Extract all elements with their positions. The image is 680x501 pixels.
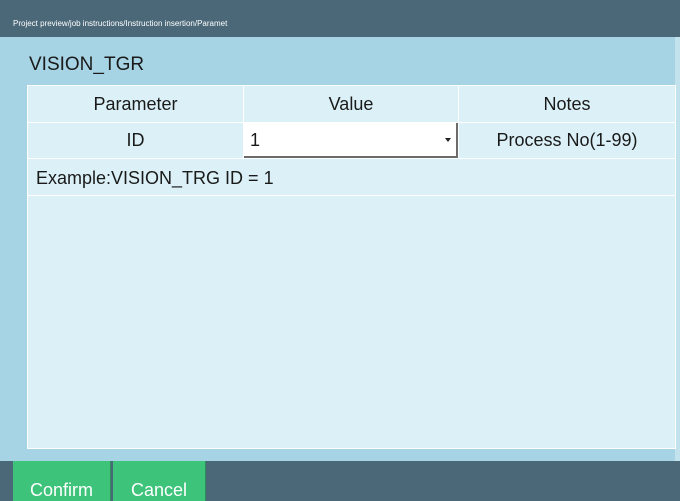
value-dropdown-text: 1 — [250, 130, 261, 150]
confirm-button[interactable]: Confirm — [13, 461, 111, 501]
breadcrumb: Project preview/job instructions/Instruc… — [13, 19, 228, 28]
dialog-title: VISION_TGR — [29, 54, 145, 75]
example-text: Example:VISION_TRG ID = 1 — [36, 168, 274, 188]
column-header-value: Value — [243, 85, 459, 123]
value-dropdown[interactable]: 1 — [244, 123, 458, 158]
example-row: Example:VISION_TRG ID = 1 — [27, 158, 676, 196]
cancel-button[interactable]: Cancel — [113, 461, 206, 501]
notes-cell-id: Process No(1-99) — [458, 122, 676, 159]
chevron-down-icon[interactable] — [445, 138, 451, 142]
column-header-parameter: Parameter — [27, 85, 244, 123]
breadcrumb-bar: Project preview/job instructions/Instruc… — [0, 0, 680, 37]
parameter-dialog: Project preview/job instructions/Instruc… — [0, 0, 680, 501]
parameter-cell-id: ID — [27, 122, 244, 159]
column-header-notes: Notes — [458, 85, 676, 123]
